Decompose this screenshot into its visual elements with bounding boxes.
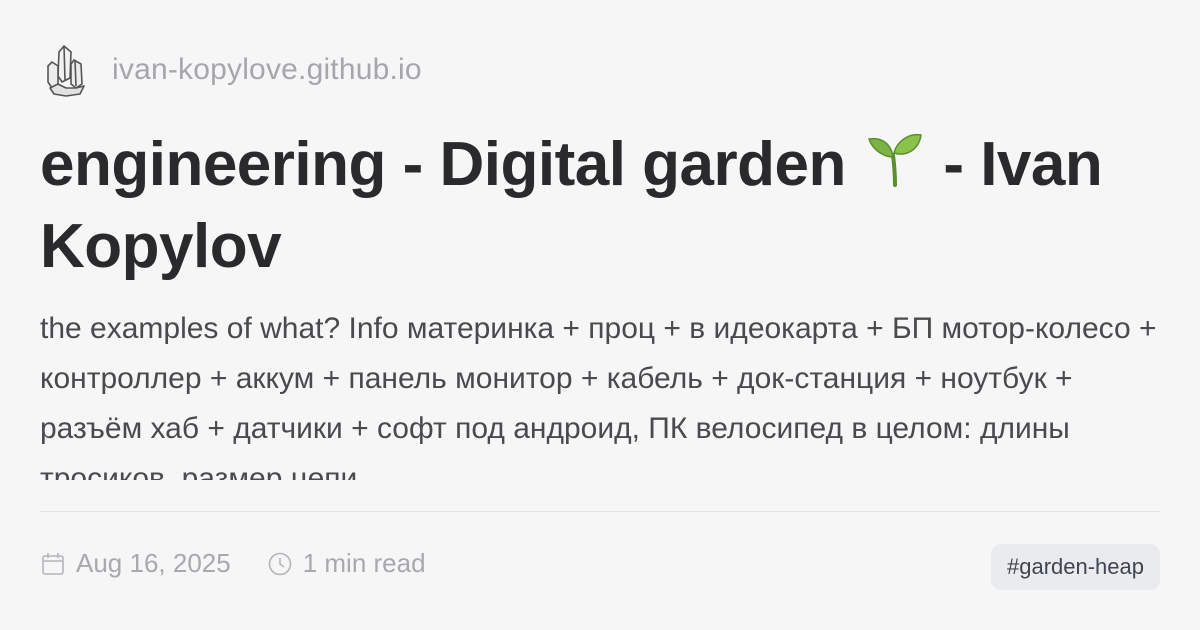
site-url[interactable]: ivan-kopylove.github.io [112,53,422,87]
page-title: engineering - Digital garden - Ivan Kopy… [40,124,1160,288]
title-part-1: engineering - Digital garden [40,130,863,199]
post-date: Aug 16, 2025 [76,548,231,578]
post-description: the examples of what? Info материнка + п… [40,312,1157,480]
site-header: ivan-kopylove.github.io [44,42,422,98]
date-item: Aug 16, 2025 [40,548,231,579]
seedling-icon [863,130,927,199]
calendar-icon [40,551,66,577]
tag-badge[interactable]: #garden-heap [990,544,1160,590]
post-meta: Aug 16, 2025 1 min read [40,548,426,579]
read-time: 1 min read [302,548,426,578]
divider [40,511,1160,512]
read-time-item: 1 min read [267,548,426,579]
crystal-cluster-icon [44,42,90,98]
clock-icon [267,551,293,577]
